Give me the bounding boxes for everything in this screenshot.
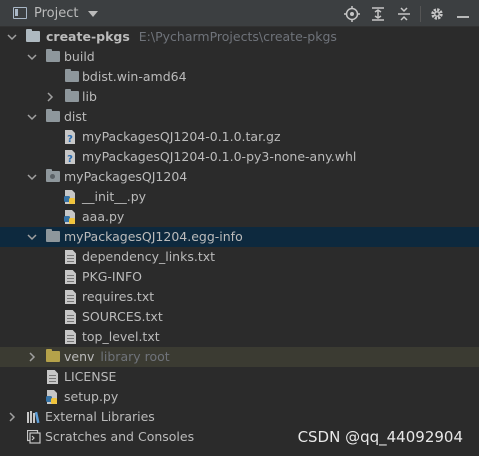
project-tree: create-pkgs E:\PycharmProjects\create-pkg… [0, 27, 479, 447]
venv-folder-icon [46, 349, 60, 362]
tree-item-label: venv library root [64, 347, 170, 367]
svg-text:?: ? [67, 134, 73, 144]
unknown-file-icon: ? [64, 130, 78, 145]
tree-item-label: requires.txt [82, 289, 155, 304]
chevron-down-icon[interactable] [26, 47, 38, 67]
tree-item-label: top_level.txt [82, 329, 160, 344]
venv-label: venv [64, 349, 95, 364]
project-name: create-pkgs [46, 29, 130, 44]
tree-item-label: myPackagesQJ1204-0.1.0-py3-none-any.whl [82, 149, 357, 164]
text-file-icon [47, 370, 58, 384]
tree-item-build[interactable]: build [0, 47, 479, 67]
tree-item-label: External Libraries [45, 409, 155, 424]
text-file-icon [65, 270, 76, 284]
tree-item-label: dist [64, 109, 87, 124]
tree-item-label: setup.py [64, 389, 119, 404]
folder-icon [65, 89, 79, 102]
tree-item-license[interactable]: LICENSE [0, 367, 479, 387]
tree-item-egg-info[interactable]: myPackagesQJ1204.egg-info [0, 227, 479, 247]
svg-text:?: ? [67, 154, 73, 164]
tree-item-create-pkgs[interactable]: create-pkgs E:\PycharmProjects\create-pkg… [0, 27, 479, 47]
toolbar-divider [420, 5, 421, 22]
text-file-icon [65, 290, 76, 304]
text-file-icon [65, 310, 76, 324]
tree-item-label: lib [82, 89, 97, 104]
watermark: CSDN @qq_44092904 [297, 428, 463, 446]
folder-icon [46, 109, 60, 122]
folder-icon [46, 49, 60, 62]
tree-item-whl[interactable]: ? myPackagesQJ1204-0.1.0-py3-none-any.wh… [0, 147, 479, 167]
tree-item-requires[interactable]: requires.txt [0, 287, 479, 307]
tree-item-top-level[interactable]: top_level.txt [0, 327, 479, 347]
tree-item-label: myPackagesQJ1204.egg-info [64, 229, 243, 244]
libraries-icon [26, 410, 40, 424]
chevron-down-icon[interactable] [26, 107, 38, 127]
tree-item-label: dependency_links.txt [82, 249, 216, 264]
chevron-down-icon[interactable] [26, 227, 38, 247]
python-file-icon [46, 390, 60, 404]
folder-icon [46, 229, 60, 242]
collapse-all-icon[interactable] [394, 4, 414, 24]
chevron-right-icon[interactable] [44, 87, 56, 107]
tree-item-dependency-links[interactable]: dependency_links.txt [0, 247, 479, 267]
hide-icon[interactable] [453, 4, 473, 24]
tree-item-venv[interactable]: venv library root [0, 347, 479, 367]
tree-item-sources[interactable]: SOURCES.txt [0, 307, 479, 327]
library-root-hint: library root [100, 349, 170, 364]
tree-item-label: myPackagesQJ1204-0.1.0.tar.gz [82, 129, 281, 144]
project-view-title: Project [34, 5, 79, 21]
expand-all-icon[interactable] [368, 4, 388, 24]
tree-item-label: Scratches and Consoles [45, 429, 195, 444]
tree-item-label: create-pkgs E:\PycharmProjects\create-pkg… [46, 27, 337, 47]
folder-icon [26, 29, 40, 42]
chevron-right-icon[interactable] [26, 347, 38, 367]
package-folder-icon [46, 169, 60, 182]
tree-item-tar-gz[interactable]: ? myPackagesQJ1204-0.1.0.tar.gz [0, 127, 479, 147]
chevron-down-icon[interactable] [26, 167, 38, 187]
tree-item-package[interactable]: myPackagesQJ1204 [0, 167, 479, 187]
project-icon [13, 7, 27, 19]
python-file-icon [64, 210, 78, 224]
chevron-down-icon[interactable] [6, 27, 18, 47]
project-path: E:\PycharmProjects\create-pkgs [138, 29, 337, 44]
folder-icon [65, 69, 79, 82]
tree-item-label: myPackagesQJ1204 [64, 169, 188, 184]
text-file-icon [65, 330, 76, 344]
tree-item-label: bdist.win-amd64 [82, 69, 187, 84]
project-tool-window-header: Project [0, 0, 479, 27]
tree-item-label: LICENSE [64, 369, 117, 384]
tree-item-aaa-py[interactable]: aaa.py [0, 207, 479, 227]
chevron-right-icon[interactable] [6, 407, 18, 427]
chevron-down-icon[interactable] [88, 11, 99, 17]
tree-item-external-libraries[interactable]: External Libraries [0, 407, 479, 427]
tree-item-label: aaa.py [82, 209, 125, 224]
project-view-selector[interactable]: Project [13, 5, 99, 21]
tree-item-lib[interactable]: lib [0, 87, 479, 107]
tree-item-setup-py[interactable]: setup.py [0, 387, 479, 407]
locate-icon[interactable] [342, 4, 362, 24]
tree-item-dist[interactable]: dist [0, 107, 479, 127]
tree-item-init-py[interactable]: __init__.py [0, 187, 479, 207]
unknown-file-icon: ? [64, 150, 78, 165]
tree-item-label: build [64, 49, 95, 64]
tree-item-bdist[interactable]: bdist.win-amd64 [0, 67, 479, 87]
python-file-icon [64, 190, 78, 204]
scratches-icon [26, 429, 41, 444]
tree-item-label: SOURCES.txt [82, 309, 163, 324]
text-file-icon [65, 250, 76, 264]
tree-item-label: PKG-INFO [82, 269, 142, 284]
tree-item-pkg-info[interactable]: PKG-INFO [0, 267, 479, 287]
tree-item-label: __init__.py [82, 189, 147, 204]
settings-icon[interactable] [427, 4, 447, 24]
